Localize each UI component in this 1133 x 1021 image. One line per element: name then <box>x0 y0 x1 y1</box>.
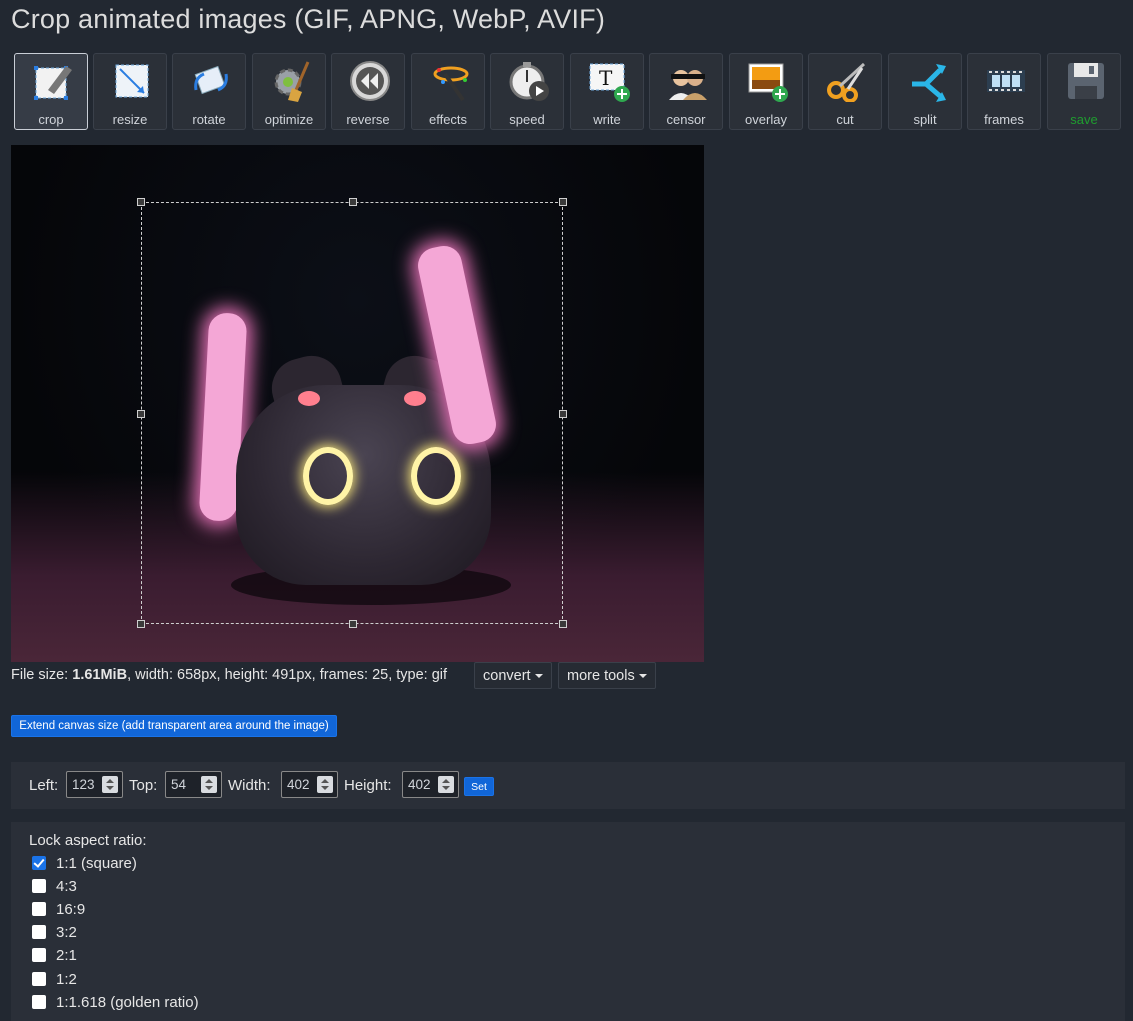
tool-split[interactable]: split <box>888 53 962 130</box>
checkbox[interactable] <box>32 856 46 870</box>
tool-label: reverse <box>346 112 390 127</box>
checkbox[interactable] <box>32 972 46 986</box>
file-info-prefix: File size: <box>11 667 73 683</box>
tool-speed[interactable]: speed <box>490 53 564 130</box>
crop-selection[interactable] <box>137 198 567 628</box>
aspect-lock-title: Lock aspect ratio: <box>29 832 147 849</box>
top-value: 54 <box>171 777 187 792</box>
height-value: 402 <box>408 777 431 792</box>
rotate-icon <box>194 65 228 95</box>
tool-label: resize <box>112 112 148 127</box>
tool-label: optimize <box>264 112 314 127</box>
tool-write[interactable]: T write <box>570 53 644 130</box>
tool-label: crop <box>38 112 64 127</box>
resize-icon <box>115 64 149 98</box>
caret-down-icon <box>534 674 543 679</box>
split-icon <box>912 64 946 102</box>
tool-crop[interactable]: crop <box>14 53 88 130</box>
save-icon <box>1068 63 1104 99</box>
crop-handle-n[interactable] <box>349 198 357 206</box>
aspect-option-label: 2:1 <box>56 947 77 964</box>
tool-label: cut <box>836 112 854 127</box>
width-label: Width: <box>228 777 271 794</box>
convert-dropdown[interactable]: convert <box>474 662 552 689</box>
frames-icon <box>987 70 1025 92</box>
tool-label: save <box>1070 112 1098 127</box>
convert-label: convert <box>483 668 531 684</box>
left-input[interactable]: 123 <box>66 771 123 798</box>
checkbox[interactable] <box>32 925 46 939</box>
file-size: 1.61MiB <box>72 667 128 683</box>
tool-effects[interactable]: effects <box>411 53 485 130</box>
tool-label: rotate <box>192 112 226 127</box>
censor-icon <box>669 70 707 100</box>
tool-label: censor <box>666 112 706 127</box>
crop-handle-ne[interactable] <box>559 198 567 206</box>
aspect-option-label: 1:1 (square) <box>56 855 137 872</box>
tool-overlay[interactable]: overlay <box>729 53 803 130</box>
top-input[interactable]: 54 <box>165 771 222 798</box>
tool-rotate[interactable]: rotate <box>172 53 246 130</box>
svg-text:T: T <box>599 66 613 90</box>
crop-handle-se[interactable] <box>559 620 567 628</box>
crop-handle-s[interactable] <box>349 620 357 628</box>
tool-reverse[interactable]: reverse <box>331 53 405 130</box>
left-label: Left: <box>29 777 59 794</box>
crop-icon <box>34 66 72 100</box>
effects-icon <box>433 66 469 102</box>
crop-handle-e[interactable] <box>559 410 567 418</box>
crop-handle-w[interactable] <box>137 410 145 418</box>
crop-handle-nw[interactable] <box>137 198 145 206</box>
tool-cut[interactable]: cut <box>808 53 882 130</box>
more-tools-dropdown[interactable]: more tools <box>558 662 656 689</box>
reverse-icon <box>350 61 390 101</box>
image-preview[interactable] <box>11 145 704 662</box>
tool-resize[interactable]: resize <box>93 53 167 130</box>
page-title: Crop animated images (GIF, APNG, WebP, A… <box>11 4 606 34</box>
aspect-option-label: 4:3 <box>56 878 77 895</box>
tool-frames[interactable]: frames <box>967 53 1041 130</box>
aspect-option-label: 3:2 <box>56 924 77 941</box>
optimize-icon <box>274 61 310 102</box>
tool-label: effects <box>428 112 468 127</box>
left-value: 123 <box>72 777 95 792</box>
checkbox[interactable] <box>32 902 46 916</box>
aspect-option-label: 1:2 <box>56 971 77 988</box>
write-icon: T <box>589 63 630 102</box>
height-label: Height: <box>344 777 392 794</box>
aspect-option-label: 16:9 <box>56 901 86 918</box>
height-input[interactable]: 402 <box>402 771 459 798</box>
caret-down-icon <box>638 674 647 679</box>
tool-label: speed <box>509 112 545 127</box>
tool-label: frames <box>984 112 1024 127</box>
checkbox[interactable] <box>32 995 46 1009</box>
width-input[interactable]: 402 <box>281 771 338 798</box>
tool-label: overlay <box>745 112 787 127</box>
file-info-details: , width: 658px, height: 491px, frames: 2… <box>127 667 448 683</box>
speed-icon <box>509 62 549 101</box>
checkbox[interactable] <box>32 879 46 893</box>
tool-label: split <box>913 112 937 127</box>
set-button[interactable]: Set <box>464 777 494 796</box>
checkbox[interactable] <box>32 948 46 962</box>
crop-handle-sw[interactable] <box>137 620 145 628</box>
file-info: File size: 1.61MiB, width: 658px, height… <box>11 667 447 683</box>
tool-save[interactable]: save <box>1047 53 1121 130</box>
tool-label: write <box>593 112 621 127</box>
tool-optimize[interactable]: optimize <box>252 53 326 130</box>
spinner-icon[interactable] <box>438 776 454 793</box>
spinner-icon[interactable] <box>201 776 217 793</box>
overlay-icon <box>748 63 788 102</box>
aspect-lock-panel <box>11 822 1125 1021</box>
spinner-icon[interactable] <box>317 776 333 793</box>
aspect-option-label: 1:1.618 (golden ratio) <box>56 994 199 1011</box>
top-label: Top: <box>129 777 158 794</box>
tool-censor[interactable]: censor <box>649 53 723 130</box>
width-value: 402 <box>287 777 310 792</box>
more-tools-label: more tools <box>567 668 635 684</box>
extend-canvas-button[interactable]: Extend canvas size (add transparent area… <box>11 715 337 737</box>
cut-icon <box>827 62 866 102</box>
spinner-icon[interactable] <box>102 776 118 793</box>
